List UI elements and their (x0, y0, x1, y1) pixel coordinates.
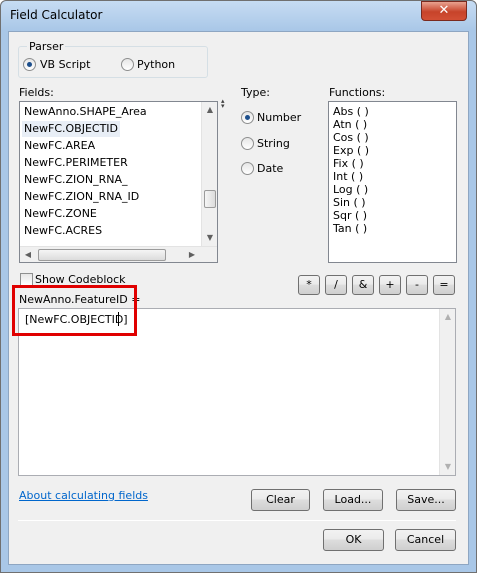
field-list-item[interactable]: NewFC.OBJECTID (22, 121, 121, 137)
string-radio[interactable] (241, 137, 254, 150)
parser-legend: Parser (27, 40, 66, 53)
operator-button-concat[interactable]: & (352, 275, 374, 295)
close-icon: ✕ (438, 3, 450, 18)
fields-vertical-scrollbar[interactable]: ▲ ▼ (201, 102, 217, 246)
sort-arrows-icon[interactable]: ▴ ▾ (221, 98, 229, 110)
fields-label: Fields: (19, 86, 54, 99)
functions-list: Abs ( ) Atn ( ) Cos ( ) Exp ( ) Fix ( ) Int (… (329, 105, 454, 260)
function-list-item[interactable]: Fix ( ) (333, 157, 364, 170)
ok-button[interactable]: OK (323, 529, 384, 551)
string-label[interactable]: String (257, 137, 290, 150)
fields-list: NewAnno.SHAPE_Area NewFC.OBJECTID NewFC.AR… (20, 104, 201, 244)
operator-button-multiply[interactable]: * (298, 275, 320, 295)
vbscript-radio[interactable] (23, 58, 36, 71)
field-list-item[interactable]: NewFC.ZONE (24, 206, 97, 222)
function-list-item[interactable]: Tan ( ) (333, 222, 367, 235)
load-button[interactable]: Load... (323, 489, 383, 511)
field-list-item[interactable]: NewFC.ACRES (24, 223, 102, 239)
arrow-down-icon[interactable]: ▼ (202, 230, 218, 246)
separator (18, 520, 456, 521)
function-list-item[interactable]: Sin ( ) (333, 196, 366, 209)
arrow-left-icon[interactable]: ◀ (20, 247, 36, 263)
function-list-item[interactable]: Cos ( ) (333, 131, 369, 144)
operator-button-equals[interactable]: = (433, 275, 455, 295)
expression-vertical-scrollbar[interactable]: ▲ ▼ (439, 309, 455, 475)
cancel-button[interactable]: Cancel (395, 529, 456, 551)
type-label: Type: (241, 86, 270, 99)
field-list-item[interactable]: NewFC.ZION_RNA_ (24, 172, 128, 188)
save-button[interactable]: Save... (396, 489, 456, 511)
fields-listbox[interactable]: NewAnno.SHAPE_Area NewFC.OBJECTID NewFC.AR… (19, 101, 218, 263)
operator-button-minus[interactable]: - (406, 275, 428, 295)
python-radio[interactable] (121, 58, 134, 71)
field-list-item[interactable]: NewFC.ZION_RNA_ID (24, 189, 139, 205)
window-title: Field Calculator (10, 8, 103, 22)
python-label[interactable]: Python (137, 58, 175, 71)
fields-hscroll-thumb[interactable] (38, 249, 166, 261)
operator-button-divide[interactable]: / (325, 275, 347, 295)
field-list-item[interactable]: NewFC.AREA (24, 138, 95, 154)
functions-listbox[interactable]: Abs ( ) Atn ( ) Cos ( ) Exp ( ) Fix ( ) Int (… (328, 101, 457, 263)
arrow-right-icon[interactable]: ▶ (184, 247, 200, 263)
about-calculating-fields-link[interactable]: About calculating fields (19, 489, 148, 502)
highlight-box (12, 285, 137, 336)
date-radio[interactable] (241, 162, 254, 175)
field-list-item[interactable]: NewAnno.SHAPE_Area (24, 104, 147, 120)
fields-vscroll-thumb[interactable] (204, 190, 216, 208)
number-label[interactable]: Number (257, 111, 301, 124)
title-bar[interactable]: Field Calculator (1, 1, 476, 31)
function-list-item[interactable]: Sqr ( ) (333, 209, 367, 222)
number-radio[interactable] (241, 111, 254, 124)
fields-horizontal-scrollbar[interactable]: ◀ ▶ (20, 246, 217, 262)
operator-button-plus[interactable]: + (379, 275, 401, 295)
vbscript-label[interactable]: VB Script (40, 58, 90, 71)
operator-buttons: * / & + - = (298, 275, 458, 295)
function-list-item[interactable]: Int ( ) (333, 170, 363, 183)
date-label[interactable]: Date (257, 162, 283, 175)
function-list-item[interactable]: Abs ( ) (333, 105, 369, 118)
functions-label: Functions: (329, 86, 386, 99)
function-list-item[interactable]: Atn ( ) (333, 118, 367, 131)
arrow-down-icon[interactable]: ▼ (440, 459, 456, 475)
function-list-item[interactable]: Exp ( ) (333, 144, 369, 157)
function-list-item[interactable]: Log ( ) (333, 183, 368, 196)
arrow-up-icon[interactable]: ▲ (440, 309, 456, 325)
clear-button[interactable]: Clear (251, 489, 310, 511)
field-list-item[interactable]: NewFC.PERIMETER (24, 155, 128, 171)
close-button[interactable]: ✕ (421, 1, 467, 21)
arrow-up-icon[interactable]: ▲ (202, 102, 218, 118)
